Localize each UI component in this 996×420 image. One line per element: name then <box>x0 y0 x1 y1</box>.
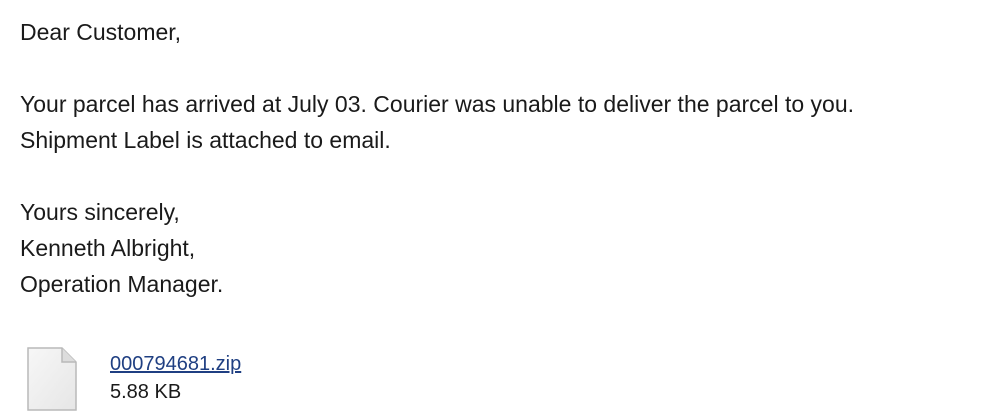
closing: Yours sincerely, <box>20 199 180 225</box>
attachment-size: 5.88 KB <box>110 381 182 403</box>
attachment-meta: 000794681.zip 5.88 KB <box>110 350 241 406</box>
body-line: Your parcel has arrived at July 03. Cour… <box>20 91 854 117</box>
signature-name: Kenneth Albright, <box>20 235 196 261</box>
email-body: Dear Customer, Your parcel has arrived a… <box>20 14 980 302</box>
body-line: Shipment Label is attached to email. <box>20 127 391 153</box>
file-icon[interactable] <box>26 346 78 412</box>
attachment[interactable]: 000794681.zip 5.88 KB <box>26 346 426 416</box>
attachment-filename-link[interactable]: 000794681.zip <box>110 350 241 378</box>
greeting: Dear Customer, <box>20 19 182 45</box>
signature-title: Operation Manager. <box>20 271 224 297</box>
